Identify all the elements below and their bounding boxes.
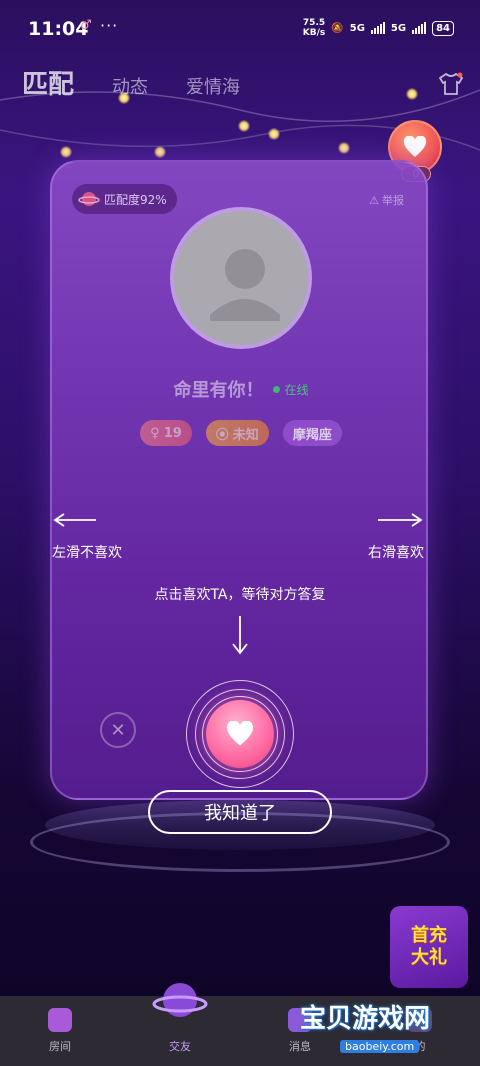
light-bulb-icon [406,88,418,100]
dislike-button[interactable]: ✕ [100,712,136,748]
match-rate-label: 匹配度92% [104,192,167,207]
light-bulb-icon [60,146,72,158]
warning-icon: ⚠ [369,193,379,207]
swipe-left-hint: 左滑不喜欢 [52,512,122,562]
female-icon: ♀ [150,425,160,441]
username: 命里有你！ [173,380,264,401]
got-it-button[interactable]: 我知道了 [148,790,332,834]
default-avatar-icon [210,249,280,321]
zodiac-tag: 摩羯座 [282,420,342,446]
top-nav: 匹配 动态 爱情海 [22,64,240,101]
swipe-right-label: 右滑喜欢 [368,545,424,561]
avatar[interactable] [170,207,312,349]
network-speed: 75.5 KB/s [302,18,326,38]
close-icon: ✕ [110,719,126,741]
report-label: 举报 [382,194,404,207]
location-pin-icon: ⦿ [215,427,229,443]
tab-love-sea[interactable]: 爱情海 [186,73,240,99]
watermark-url: baobeiy.com [340,1040,420,1053]
report-button[interactable]: ⚠ 举报 [369,192,404,208]
tab-match[interactable]: 匹配 [22,64,74,101]
heart-icon [403,136,427,157]
notification-icon: ♂ [80,18,92,33]
signal-bars-icon [370,22,385,34]
watermark: 宝贝游戏网 baobeiy.com [300,998,430,1054]
mute-icon: 🔕 [331,22,344,34]
room-icon [48,1008,72,1032]
more-notifications-icon: ··· [100,16,119,35]
light-bulb-icon [268,128,280,140]
light-bulb-icon [238,120,250,132]
tab-make-friends[interactable]: 交友 [120,983,240,1066]
arrow-right-icon [378,513,423,527]
username-row: 命里有你！ 在线 [52,376,430,402]
signal-bars-icon-2 [412,22,427,34]
swipe-right-hint: 右滑喜欢 [368,512,428,562]
tab-rooms[interactable]: 房间 [0,996,120,1066]
arrow-left-icon [53,513,96,527]
arrow-down-icon [232,616,248,655]
planet-icon [78,192,100,206]
like-button[interactable] [186,680,294,788]
swipe-left-label: 左滑不喜欢 [52,545,122,561]
tab-moments[interactable]: 动态 [112,73,148,99]
planet-icon [152,983,208,1017]
location-tag: ⦿ 未知 [205,420,269,446]
age-tag: ♀ 19 [140,420,192,446]
match-rate-badge: 匹配度92% [72,184,177,214]
signal-label-2: 5G [390,22,407,34]
signal-label-1: 5G [349,22,365,34]
light-bulb-icon [154,146,166,158]
battery-icon: 84 [432,20,454,36]
first-recharge-gift-banner[interactable]: 首充 大礼 [390,906,468,988]
online-status: 在线 [273,381,308,398]
light-bulb-icon [338,142,350,154]
profile-tags: ♀ 19 ⦿ 未知 摩羯座 [52,420,430,446]
status-icons: 75.5 KB/s 🔕 5G 5G 84 [303,18,454,38]
pulse-ring [202,696,278,772]
status-bar: 11:04 ♂ ··· 75.5 KB/s 🔕 5G 5G 84 [0,0,480,56]
dress-up-icon[interactable] [438,72,464,96]
watermark-title: 宝贝游戏网 [300,1004,431,1034]
tap-like-hint: 点击喜欢TA，等待对方答复 [154,587,326,603]
